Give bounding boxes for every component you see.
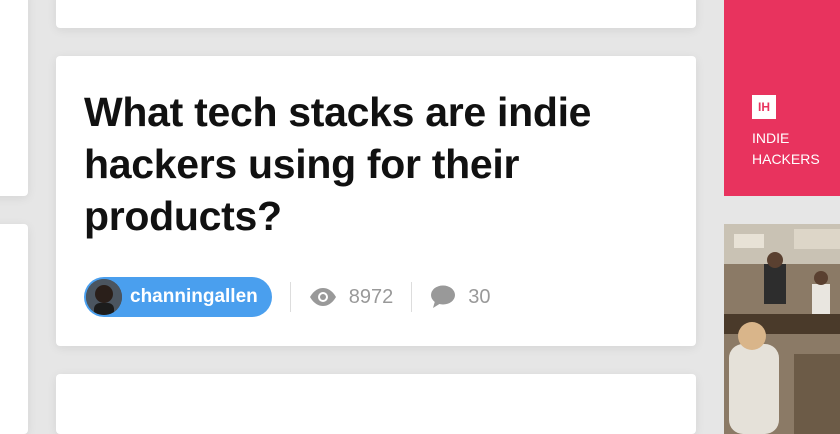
brand-name: INDIE HACKERS: [752, 130, 820, 167]
left-feed-card: [0, 0, 28, 196]
previous-post-card[interactable]: [56, 0, 696, 28]
post-title[interactable]: What tech stacks are indie hackers using…: [84, 86, 674, 242]
next-post-card[interactable]: [56, 374, 696, 434]
avatar: [86, 279, 122, 315]
cafe-photo: [724, 224, 840, 434]
views-count: 8972: [348, 285, 394, 308]
comments-count: 30: [468, 285, 491, 308]
left-feed-card: [0, 224, 28, 434]
views-stat: 8972: [309, 285, 394, 309]
comment-icon: [431, 285, 456, 308]
indie-hackers-banner[interactable]: IH INDIE HACKERS: [724, 0, 840, 196]
ih-logo: IH: [752, 95, 776, 119]
divider: [289, 282, 291, 312]
divider: [411, 282, 413, 312]
post-card[interactable]: What tech stacks are indie hackers using…: [56, 56, 696, 346]
post-meta: channingallen 8972 30: [84, 276, 491, 318]
comments-stat[interactable]: 30: [430, 285, 491, 309]
eye-icon: [309, 288, 336, 306]
author-name: channingallen: [130, 286, 258, 307]
author-link[interactable]: channingallen: [84, 277, 272, 317]
